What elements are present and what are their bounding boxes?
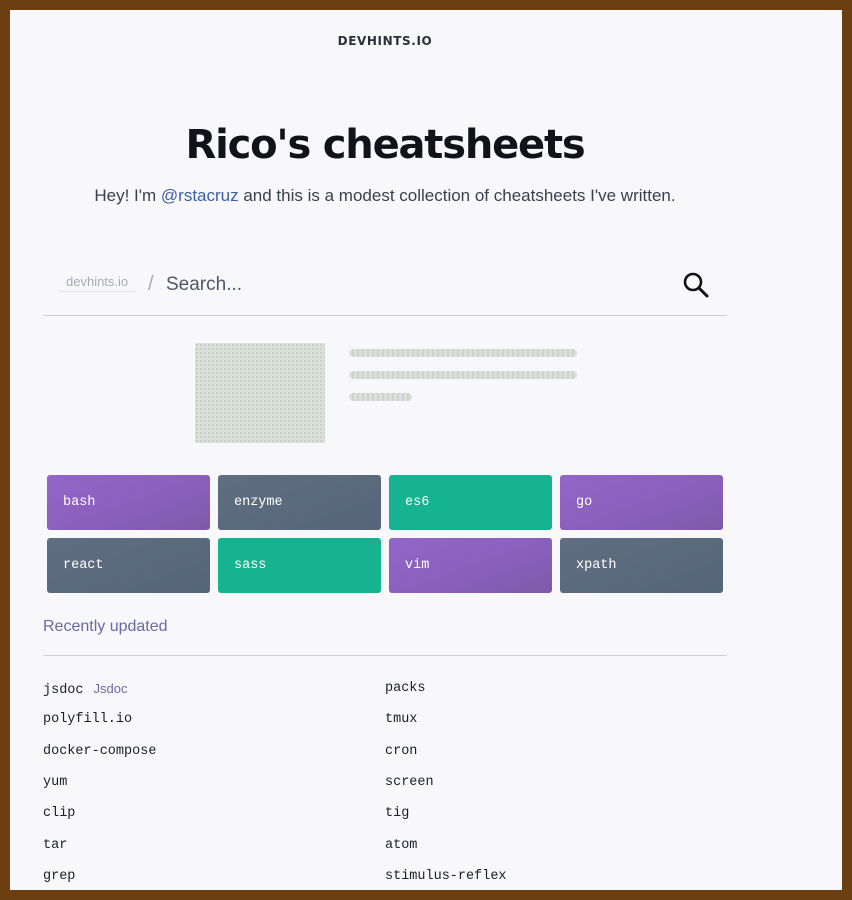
tile-enzyme[interactable]: enzyme xyxy=(218,475,381,530)
ad-text-line[interactable] xyxy=(349,349,577,357)
author-link[interactable]: @rstacruz xyxy=(161,186,239,205)
list-item-label: grep xyxy=(43,869,76,884)
tile-react[interactable]: react xyxy=(47,538,210,593)
list-item[interactable]: yum xyxy=(43,775,67,790)
list-item-label: cron xyxy=(385,744,418,759)
list-item-label: packs xyxy=(385,681,426,696)
list-item[interactable]: tmux xyxy=(385,712,417,727)
subtitle-text-end: and this is a modest collection of cheat… xyxy=(238,186,676,205)
search-bar: devhints.io / xyxy=(43,260,727,316)
page: DEVHINTS.IO Rico's cheatsheets Hey! I'm … xyxy=(10,10,842,890)
list-item[interactable]: tig xyxy=(385,806,409,821)
list-item-label: stimulus-reflex xyxy=(385,869,507,884)
list-item[interactable]: docker-compose xyxy=(43,744,156,759)
list-item[interactable]: grep xyxy=(43,869,75,884)
ad-text-line[interactable] xyxy=(349,393,412,401)
list-item[interactable]: cron xyxy=(385,744,417,759)
tile-vim[interactable]: vim xyxy=(389,538,552,593)
list-item[interactable]: atom xyxy=(385,838,417,853)
tile-xpath[interactable]: xpath xyxy=(560,538,723,593)
tile-label: vim xyxy=(405,558,430,573)
list-item-label: screen xyxy=(385,775,434,790)
subtitle-text-start: Hey! I'm xyxy=(94,186,161,205)
list-item[interactable]: screen xyxy=(385,775,434,790)
list-item-label: atom xyxy=(385,838,418,853)
tile-go[interactable]: go xyxy=(560,475,723,530)
list-item-label: yum xyxy=(43,775,68,790)
list-item[interactable]: jsdoc Jsdoc xyxy=(43,681,127,698)
recently-updated-heading: Recently updated xyxy=(43,618,168,635)
search-domain-label: devhints.io xyxy=(58,272,137,292)
list-item-label: tig xyxy=(385,806,410,821)
list-item[interactable]: tar xyxy=(43,838,67,853)
page-subtitle: Hey! I'm @rstacruz and this is a modest … xyxy=(10,186,760,206)
tile-label: es6 xyxy=(405,495,430,510)
list-item-label: polyfill.io xyxy=(43,712,133,727)
list-item[interactable]: clip xyxy=(43,806,75,821)
ad-image[interactable] xyxy=(195,343,325,443)
list-item[interactable]: packs xyxy=(385,681,426,696)
page-title: Rico's cheatsheets xyxy=(185,122,586,168)
search-separator: / xyxy=(148,273,154,295)
list-item-label: tmux xyxy=(385,712,418,727)
ad-text-line[interactable] xyxy=(349,371,577,379)
search-icon[interactable] xyxy=(681,270,711,300)
tile-label: enzyme xyxy=(234,495,283,510)
divider xyxy=(43,655,727,656)
list-item[interactable]: stimulus-reflex xyxy=(385,869,507,884)
tile-label: bash xyxy=(63,495,96,510)
tile-es6[interactable]: es6 xyxy=(389,475,552,530)
tile-bash[interactable]: bash xyxy=(47,475,210,530)
tile-label: react xyxy=(63,558,104,573)
list-item-label: tar xyxy=(43,838,68,853)
list-item-label: jsdoc xyxy=(43,683,84,698)
tile-label: sass xyxy=(234,558,267,573)
list-item-label: clip xyxy=(43,806,76,821)
site-brand[interactable]: DEVHINTS.IO xyxy=(10,34,760,48)
tile-label: go xyxy=(576,495,593,510)
list-item-label: docker-compose xyxy=(43,744,157,759)
list-item-tag: Jsdoc xyxy=(93,681,128,696)
list-item[interactable]: polyfill.io xyxy=(43,712,132,727)
search-input[interactable] xyxy=(164,270,648,300)
tile-sass[interactable]: sass xyxy=(218,538,381,593)
tile-label: xpath xyxy=(576,558,617,573)
